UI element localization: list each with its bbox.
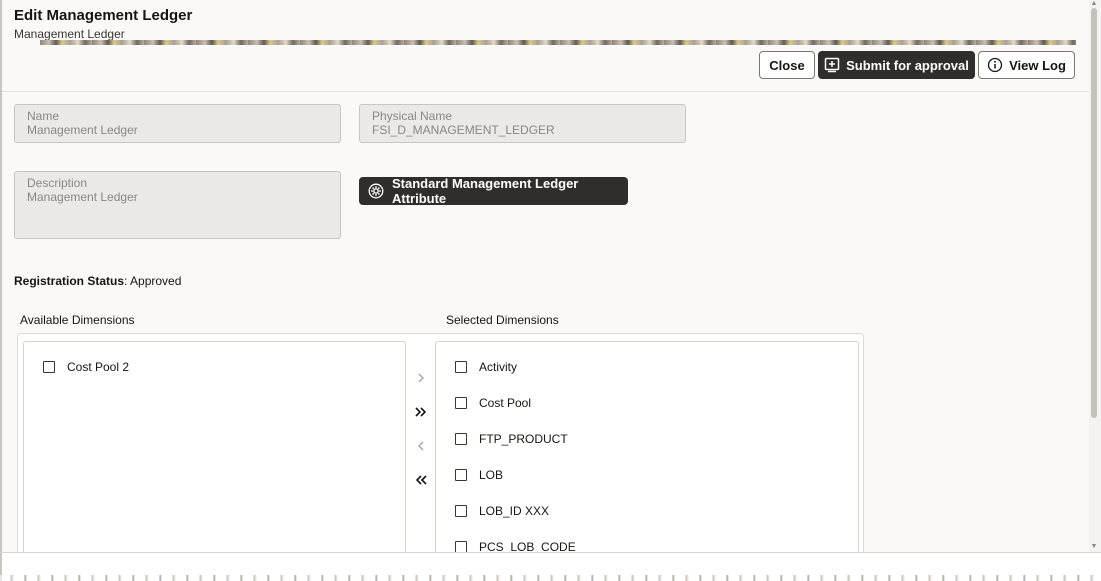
checkbox[interactable] (455, 361, 467, 373)
move-left-button[interactable] (413, 438, 429, 454)
list-item-label: FTP_PRODUCT (479, 432, 568, 446)
list-item-label: Cost Pool (479, 396, 532, 410)
list-item[interactable]: PCS_LOB_CODE (455, 539, 576, 552)
background-page-edge (0, 575, 1101, 581)
edit-management-ledger-dialog: Edit Management Ledger Management Ledger… (2, 0, 1089, 552)
available-dimensions-list[interactable]: Cost Pool 2 (23, 341, 406, 552)
registration-status-value: : Approved (124, 274, 182, 288)
scroll-up-arrow[interactable]: ▲ (1090, 0, 1098, 8)
info-icon (987, 57, 1003, 73)
list-item-label: LOB (479, 468, 504, 482)
list-item[interactable]: Cost Pool 2 (43, 359, 129, 375)
dialog-title: Edit Management Ledger (14, 7, 193, 24)
list-item-label: LOB_ID XXX (479, 504, 550, 518)
physical-name-field[interactable]: Physical Name FSI_D_MANAGEMENT_LEDGER (359, 104, 686, 143)
view-log-button-label: View Log (1009, 57, 1066, 73)
list-item[interactable]: LOB_ID XXX (455, 503, 549, 519)
checkbox[interactable] (455, 541, 467, 552)
checkbox[interactable] (455, 397, 467, 409)
list-item[interactable]: Cost Pool (455, 395, 531, 411)
submit-button-label: Submit for approval (846, 57, 969, 73)
dialog-subtitle: Management Ledger (14, 27, 125, 41)
header-divider (2, 91, 1089, 92)
list-item[interactable]: FTP_PRODUCT (455, 431, 568, 447)
chevron-left-icon (416, 440, 426, 452)
move-all-right-button[interactable] (413, 404, 429, 420)
submit-for-approval-button[interactable]: Submit for approval (818, 51, 975, 79)
checkbox[interactable] (455, 469, 467, 481)
scrollbar-thumb[interactable] (1091, 8, 1097, 418)
physical-name-field-label: Physical Name (372, 109, 453, 123)
attribute-button-label: Standard Management Ledger Attribute (392, 176, 579, 206)
list-item-label: Cost Pool 2 (67, 360, 130, 374)
chevron-right-icon (416, 372, 426, 384)
registration-status-label: Registration Status (14, 274, 125, 288)
description-field-label: Description (27, 176, 88, 190)
move-right-button[interactable] (413, 370, 429, 386)
list-item[interactable]: Activity (455, 359, 517, 375)
list-item[interactable]: LOB (455, 467, 503, 483)
list-item-label: Activity (479, 360, 518, 374)
add-document-icon (824, 57, 840, 73)
view-log-button[interactable]: View Log (978, 51, 1075, 79)
move-all-left-button[interactable] (413, 472, 429, 488)
dimensions-shuttle: Cost Pool 2 Activity Cost Pool FTP_PRODU… (17, 333, 864, 552)
selected-dimensions-label: Selected Dimensions (446, 313, 559, 327)
name-field-value: Management Ledger (27, 123, 138, 137)
name-field[interactable]: Name Management Ledger (14, 104, 341, 143)
header-banner (40, 40, 1076, 45)
description-field[interactable]: Description Management Ledger (14, 171, 341, 239)
checkbox[interactable] (455, 433, 467, 445)
scroll-down-arrow[interactable]: ▼ (1090, 543, 1098, 551)
physical-name-field-value: FSI_D_MANAGEMENT_LEDGER (372, 123, 555, 137)
available-dimensions-label: Available Dimensions (20, 313, 135, 327)
selected-dimensions-list[interactable]: Activity Cost Pool FTP_PRODUCT LOB LOB_I… (435, 341, 859, 552)
dialog-bottom-border (0, 552, 1101, 553)
registration-status: Registration Status: Approved (14, 274, 181, 288)
list-item-label: PCS_LOB_CODE (479, 540, 576, 552)
description-field-value: Management Ledger (27, 190, 138, 204)
standard-management-ledger-attribute-button[interactable]: Standard Management Ledger Attribute (359, 176, 628, 206)
close-button[interactable]: Close (759, 51, 815, 79)
gear-icon (368, 183, 384, 199)
name-field-label: Name (27, 109, 60, 123)
checkbox[interactable] (43, 361, 55, 373)
double-chevron-right-icon (414, 406, 428, 418)
double-chevron-left-icon (414, 474, 428, 486)
checkbox[interactable] (455, 505, 467, 517)
close-button-label: Close (769, 57, 805, 73)
